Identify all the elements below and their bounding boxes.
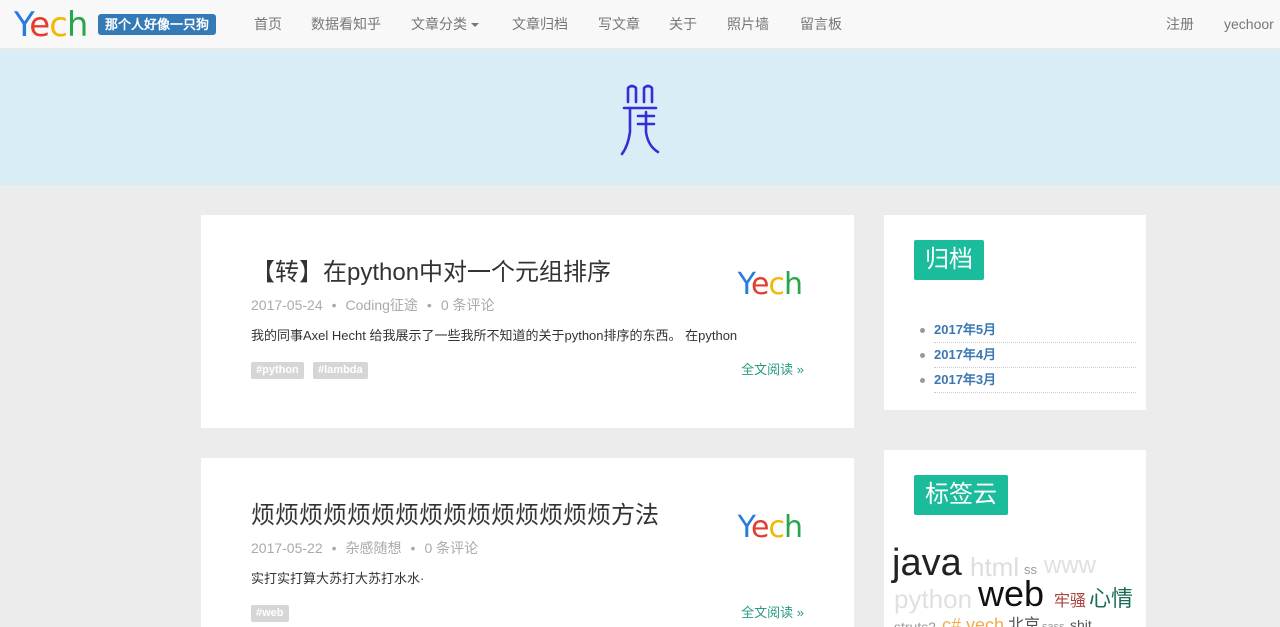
tag-cloud-item[interactable]: 心情 (1089, 588, 1133, 610)
top-navbar: Yech 那个人好像一只狗 首页 数据看知乎 文章分类 文章归档 写文章 关于 … (0, 0, 1280, 49)
tag-cloud-item[interactable]: www (1044, 554, 1096, 578)
archive-item[interactable]: 2017年3月 (920, 368, 1136, 393)
post-title[interactable]: 烦烦烦烦烦烦烦烦烦烦烦烦烦烦烦方法 (251, 501, 659, 531)
site-logo[interactable]: Yech (14, 4, 89, 46)
tag-cloud-item[interactable]: struts2 (894, 620, 936, 627)
post-card: 烦烦烦烦烦烦烦烦烦烦烦烦烦烦烦方法 2017-05-22 • 杂感随想 • 0 条评论 … (201, 458, 854, 627)
post-tag[interactable]: #lambda (313, 362, 368, 379)
logo-letter-h: h (66, 5, 89, 45)
tag-cloud-item[interactable]: java (892, 544, 962, 582)
archive-list: 2017年5月 2017年4月 2017年3月 (920, 318, 1136, 393)
read-more-link[interactable]: 全文阅读 » (741, 604, 804, 622)
meta-separator: • (331, 540, 337, 556)
site-slogan-badge[interactable]: 那个人好像一只狗 (98, 14, 217, 35)
thumb-letter-y: Y (737, 267, 752, 302)
nav-item-zhihu-data[interactable]: 数据看知乎 (311, 15, 381, 33)
archive-item[interactable]: 2017年5月 (920, 318, 1136, 343)
tag-cloud-item[interactable]: c# (942, 616, 961, 627)
logo-letter-e: e (29, 5, 50, 45)
post-date: 2017-05-24 (251, 297, 323, 313)
post-excerpt: 实打实打算大苏打大苏打水水· (251, 571, 425, 586)
post-comments-link[interactable]: 0 条评论 (424, 540, 478, 556)
thumb-letter-e: e (751, 267, 769, 302)
tag-cloud-item[interactable]: 北京 (1008, 618, 1040, 627)
meta-separator: • (426, 297, 432, 313)
nav-item-about[interactable]: 关于 (669, 15, 697, 33)
archive-widget-title: 归档 (914, 240, 984, 280)
banner-seal-glyph (620, 84, 660, 156)
tag-cloud-title: 标签云 (914, 475, 1008, 515)
meta-separator: • (410, 540, 416, 556)
post-category-link[interactable]: Coding征途 (346, 297, 418, 313)
thumb-letter-h: h (783, 267, 803, 302)
tag-cloud-item[interactable]: shit (1070, 618, 1092, 627)
nav-item-categories-label: 文章分类 (411, 16, 467, 32)
post-thumbnail[interactable]: Yech (737, 510, 803, 546)
meta-separator: • (331, 297, 337, 313)
read-more-link[interactable]: 全文阅读 » (741, 361, 804, 379)
register-link[interactable]: 注册 (1166, 15, 1194, 33)
archive-widget: 归档 2017年5月 2017年4月 2017年3月 (884, 215, 1146, 410)
nav-item-home[interactable]: 首页 (254, 15, 282, 33)
nav-item-write[interactable]: 写文章 (598, 15, 640, 33)
logo-letter-y: Y (14, 5, 30, 45)
thumb-letter-h: h (783, 510, 803, 545)
thumb-letter-e: e (751, 510, 769, 545)
post-thumbnail[interactable]: Yech (737, 267, 803, 303)
post-title[interactable]: 【转】在python中对一个元组排序 (251, 258, 611, 288)
thumb-letter-y: Y (737, 510, 752, 545)
tag-cloud-item[interactable]: yech (966, 616, 1004, 627)
thumb-letter-c: c (768, 510, 784, 545)
post-meta: 2017-05-22 • 杂感随想 • 0 条评论 (251, 539, 478, 557)
thumb-letter-c: c (768, 267, 784, 302)
user-menu[interactable]: yechoor (1224, 15, 1274, 33)
post-card: 【转】在python中对一个元组排序 2017-05-24 • Coding征途 • 0… (201, 215, 854, 428)
post-date: 2017-05-22 (251, 540, 323, 556)
post-tag[interactable]: #web (251, 605, 289, 622)
nav-item-categories[interactable]: 文章分类 (411, 15, 479, 33)
tag-cloud-item[interactable]: sass (1042, 622, 1065, 627)
post-category-link[interactable]: 杂感随想 (346, 540, 402, 556)
tag-cloud-item[interactable]: python (894, 586, 972, 612)
nav-item-archive[interactable]: 文章归档 (512, 15, 568, 33)
post-excerpt: 我的同事Axel Hecht 给我展示了一些我所不知道的关于python排序的东… (251, 328, 738, 343)
logo-letter-c: c (49, 5, 68, 45)
tag-cloud-item[interactable]: web (978, 576, 1044, 612)
dropdown-caret-icon (471, 23, 479, 28)
tag-cloud-widget: 标签云 java html ss www python web 牢骚 心情 st… (884, 450, 1146, 627)
archive-item[interactable]: 2017年4月 (920, 343, 1136, 368)
tag-cloud-item[interactable]: 牢骚 (1054, 594, 1086, 610)
post-meta: 2017-05-24 • Coding征途 • 0 条评论 (251, 296, 495, 314)
nav-item-photos[interactable]: 照片墙 (727, 15, 769, 33)
nav-item-guestbook[interactable]: 留言板 (800, 15, 842, 33)
post-comments-link[interactable]: 0 条评论 (441, 297, 495, 313)
post-tag[interactable]: #python (251, 362, 304, 379)
